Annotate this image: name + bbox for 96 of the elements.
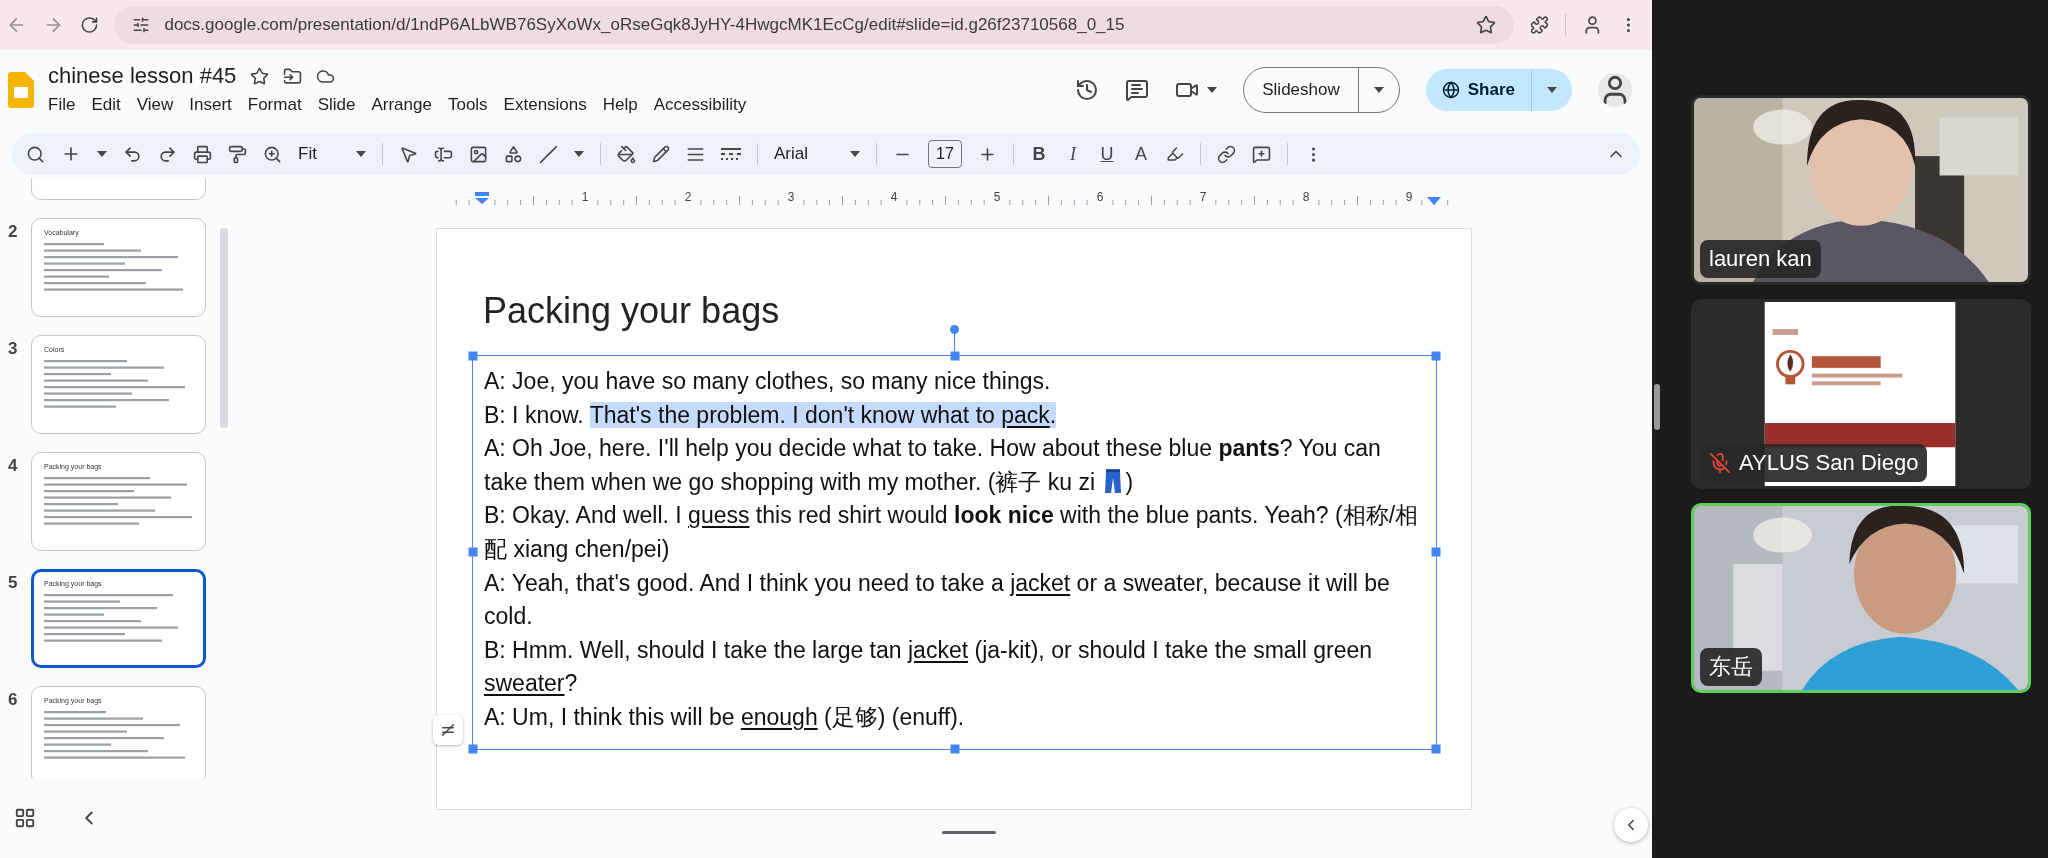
search-icon[interactable] [26, 144, 45, 164]
menu-item[interactable]: Edit [83, 93, 129, 117]
shapes-icon[interactable] [504, 144, 523, 164]
caret-icon[interactable] [1547, 87, 1557, 93]
dialogue-line: B: Hmm. Well, should I take the large tan jacket (ja-kit), or should I take the small green sweater? [484, 635, 1374, 699]
link-icon[interactable] [1217, 144, 1236, 164]
text-box-icon[interactable] [434, 144, 453, 164]
fill-color-icon[interactable] [617, 144, 636, 164]
add-comment-icon[interactable] [1252, 144, 1271, 164]
caret-icon[interactable] [356, 151, 366, 157]
pen-icon[interactable] [652, 145, 670, 163]
slide-number: 6 [8, 690, 19, 710]
slide-number: 4 [8, 456, 19, 476]
caret-icon[interactable] [850, 151, 860, 157]
redo-icon[interactable] [158, 144, 177, 164]
resize-handle[interactable] [950, 351, 959, 361]
format-button[interactable] [433, 714, 463, 745]
ruler-number: 5 [993, 190, 1001, 204]
line-dash-icon[interactable] [721, 147, 741, 161]
resize-handle[interactable] [468, 547, 478, 557]
participant-name: AYLUS San Diego [1739, 450, 1919, 476]
document-title[interactable]: chinese lesson #45 [48, 63, 237, 89]
font-size-field[interactable]: 17 [928, 140, 962, 168]
resize-handle[interactable] [1431, 351, 1441, 361]
caret-icon[interactable] [574, 151, 584, 157]
bold-button[interactable]: B [1030, 143, 1048, 165]
muted-mic-icon [1709, 452, 1731, 474]
undo-icon[interactable] [123, 144, 142, 164]
ruler-number: 8 [1302, 190, 1310, 204]
menu-item[interactable]: File [40, 93, 84, 117]
participant-name: lauren kan [1709, 246, 1812, 272]
slide-number: 5 [8, 573, 19, 593]
dialogue-line: A: Um, I think this will be enough (足够) (enuff). [484, 702, 966, 732]
share-button[interactable]: Share [1425, 69, 1572, 111]
star-icon[interactable] [250, 66, 270, 86]
address-field[interactable]: docs.google.com/presentation/d/1ndP6ALbWB76SyXoWx_oRseGqk8JyHY-4HwgcMK1EcCg/edit#slide=id.g26f23710568_0_15 [114, 6, 1515, 44]
menu-item[interactable]: View [128, 93, 182, 117]
menu-item[interactable]: Help [594, 93, 646, 117]
print-icon[interactable] [193, 144, 212, 164]
menu-item[interactable]: Tools [439, 93, 496, 117]
reload-icon[interactable] [79, 15, 99, 35]
image-icon[interactable] [469, 144, 488, 164]
zoom-dropdown[interactable]: Fit [298, 144, 366, 164]
dialogue-line: B: Okay. And well. I guess this red shirt would look nice with the blue pants. Yeah? (相称/相配 xiang chen/pei) [484, 501, 1420, 564]
bookmark-star-icon[interactable] [1476, 15, 1497, 35]
ruler-number: 7 [1199, 190, 1207, 204]
avatar-icon[interactable] [1598, 73, 1632, 107]
menu-item[interactable]: Accessibility [645, 93, 755, 117]
resize-handle[interactable] [950, 744, 959, 754]
menu-item[interactable]: Insert [181, 93, 240, 117]
notes-drag-handle[interactable] [942, 831, 996, 834]
extensions-icon[interactable] [1530, 15, 1550, 35]
resize-handle[interactable] [468, 351, 478, 361]
grid-view-icon[interactable] [14, 807, 36, 829]
dialogue-line: A: Oh Joe, here. I'll help you decide what to take. How about these blue pants? You can take them when we go shopping with my mother. (裤子 ku zi ) [484, 434, 1382, 497]
ruler-number: 6 [1096, 190, 1104, 204]
dialogue-line: A: Joe, you have so many clothes, so many nice things. [484, 367, 1052, 396]
caret-icon[interactable] [97, 151, 107, 157]
underline-button[interactable]: U [1098, 143, 1116, 165]
move-folder-icon[interactable] [283, 66, 303, 86]
indent-marker-icon[interactable] [1427, 197, 1441, 205]
menu-item[interactable]: Arrange [363, 93, 440, 117]
zoom-icon[interactable] [263, 144, 282, 164]
scrollbar[interactable] [220, 228, 228, 428]
font-dropdown[interactable]: Arial [774, 144, 860, 164]
history-icon[interactable] [1075, 78, 1100, 102]
ruler-number: 2 [684, 190, 692, 204]
italic-button[interactable]: I [1064, 143, 1082, 165]
participant-name: 东岳 [1709, 653, 1753, 681]
slide-number: 3 [8, 339, 19, 359]
menu-item[interactable]: Slide [309, 93, 364, 117]
menu-item[interactable]: Format [239, 93, 310, 117]
dialogue-line: A: Yeah, that's good. And I think you need to take a jacket or a sweater, because it will be cold. [484, 568, 1391, 632]
dialogue-line: B: I know. That's the problem. I don't know what to pack. [484, 400, 1058, 430]
paint-format-icon[interactable] [228, 144, 247, 164]
caret-icon[interactable] [1373, 87, 1384, 93]
ruler-number: 1 [581, 190, 589, 204]
resize-grip[interactable] [1654, 384, 1660, 430]
ruler-number: 9 [1405, 190, 1413, 204]
resize-handle[interactable] [468, 744, 478, 754]
resize-handle[interactable] [1431, 547, 1441, 557]
line-icon[interactable] [539, 144, 558, 164]
comments-icon[interactable] [1125, 78, 1150, 102]
ruler-number: 4 [890, 190, 898, 204]
select-icon[interactable] [399, 144, 418, 164]
ruler-number: 3 [787, 190, 795, 204]
indent-marker-icon[interactable] [475, 192, 489, 204]
highlighter-icon[interactable] [1166, 145, 1184, 163]
slide-number: 2 [8, 222, 19, 242]
slide-title[interactable]: Packing your bags [483, 289, 1471, 333]
text-color-button[interactable]: A [1132, 143, 1150, 165]
site-settings-icon[interactable] [132, 16, 151, 34]
resize-handle[interactable] [1431, 744, 1441, 754]
menu-item[interactable]: Extensions [495, 93, 595, 117]
globe-icon [1441, 81, 1460, 99]
caret-icon[interactable] [1207, 87, 1218, 93]
